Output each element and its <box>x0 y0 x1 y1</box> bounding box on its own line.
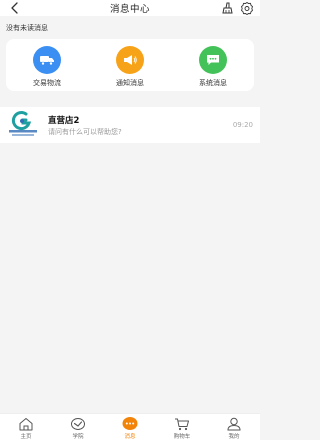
tab-label: 我的 <box>228 434 240 440</box>
store-logo-icon <box>9 111 37 136</box>
message-time: 09:20 <box>232 121 253 129</box>
category-label: 系统消息 <box>199 79 227 87</box>
tab-profile[interactable]: 我的 <box>208 414 260 440</box>
unread-notice: 没有未读消息 <box>6 24 48 32</box>
cart-icon <box>175 418 189 431</box>
tab-messages[interactable]: 消息 <box>104 414 156 440</box>
academy-icon <box>71 418 85 430</box>
tab-label: 主页 <box>20 434 32 440</box>
category-system[interactable]: 系统消息 <box>183 46 243 88</box>
message-list: 直营店2 请问有什么可以帮助您? 09:20 <box>0 107 260 143</box>
category-notifications[interactable]: 通知消息 <box>100 46 160 88</box>
category-card: 交易物流 通知消息 系统消息 <box>6 39 254 91</box>
category-trade-logistics[interactable]: 交易物流 <box>17 46 77 88</box>
message-preview: 请问有什么可以帮助您? <box>48 128 122 136</box>
tab-bar: 主页 学院 消息 购物车 我的 <box>0 413 260 440</box>
megaphone-icon <box>116 46 144 74</box>
tab-cart[interactable]: 购物车 <box>156 414 208 440</box>
tab-academy[interactable]: 学院 <box>52 414 104 440</box>
gear-icon[interactable] <box>240 1 254 15</box>
category-label: 通知消息 <box>116 79 144 87</box>
truck-icon <box>33 46 61 74</box>
message-sender: 直营店2 <box>48 116 80 126</box>
category-label: 交易物流 <box>33 79 61 87</box>
tab-label: 购物车 <box>173 434 191 440</box>
chat-bubble-icon <box>199 46 227 74</box>
message-icon <box>122 417 138 430</box>
tab-label: 学院 <box>72 434 84 440</box>
home-icon <box>19 418 33 431</box>
tab-home[interactable]: 主页 <box>0 414 52 440</box>
header: 消息中心 <box>0 0 260 16</box>
profile-icon <box>227 417 241 431</box>
broom-icon[interactable] <box>220 1 234 15</box>
tab-label: 消息 <box>124 434 136 440</box>
